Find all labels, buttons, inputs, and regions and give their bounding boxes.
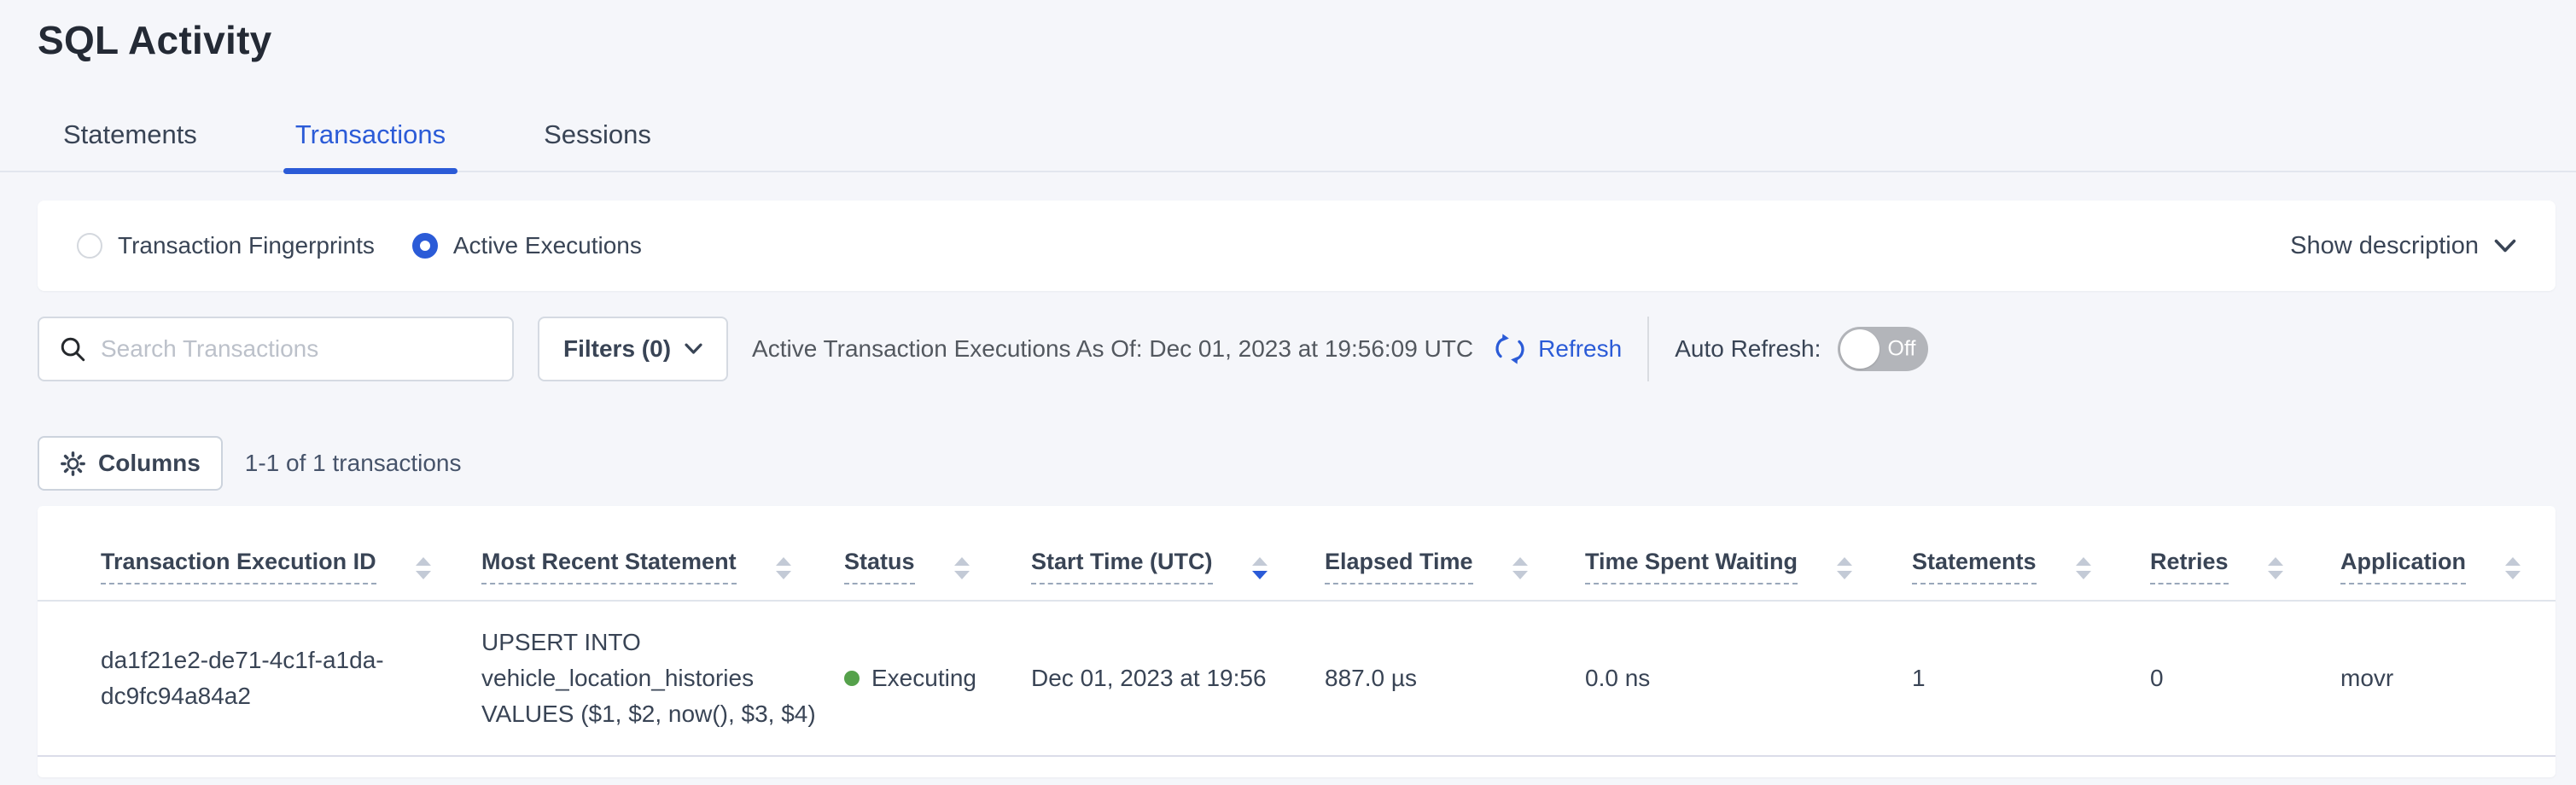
cell-statements: 1 [1912,660,2150,696]
show-description-label: Show description [2290,232,2479,260]
vertical-divider [1647,317,1649,381]
controls-row: Filters (0) Active Transaction Execution… [38,317,2556,381]
chevron-down-icon [685,343,702,355]
filters-button[interactable]: Filters (0) [538,317,728,381]
sort-icon [2268,557,2283,579]
status-executing-dot-icon [844,671,860,686]
search-box[interactable] [38,317,514,381]
tab-transactions[interactable]: Transactions [295,119,446,171]
search-icon [58,334,87,363]
radio-label: Transaction Fingerprints [118,232,375,259]
sort-icon [954,557,970,579]
radio-selected-icon[interactable] [412,233,438,259]
cell-application: movr [2340,660,2535,696]
refresh-label: Refresh [1538,335,1622,363]
sort-icon [2076,557,2091,579]
table-row[interactable]: da1f21e2-de71-4c1f-a1da-dc9fc94a84a2 UPS… [38,602,2556,757]
as-of-timestamp: Active Transaction Executions As Of: Dec… [752,335,1473,363]
radio-transaction-fingerprints[interactable]: Transaction Fingerprints [77,232,375,259]
sort-icon [1512,557,1528,579]
cell-transaction-execution-id: da1f21e2-de71-4c1f-a1da-dc9fc94a84a2 [101,643,481,714]
status-label: Executing [871,660,976,696]
cell-most-recent-statement: UPSERT INTO vehicle_location_histories V… [481,625,844,732]
tab-bar: Statements Transactions Sessions [0,114,2576,172]
column-header-transaction-execution-id[interactable]: Transaction Execution ID [101,549,481,600]
refresh-button[interactable]: Refresh [1492,331,1622,367]
filters-label: Filters (0) [563,335,671,363]
radio-label: Active Executions [453,232,642,259]
radio-active-executions[interactable]: Active Executions [412,232,642,259]
auto-refresh-label: Auto Refresh: [1675,335,1821,363]
refresh-icon [1492,331,1528,367]
toggle-knob [1840,329,1880,369]
sort-icon [776,557,791,579]
auto-refresh-toggle[interactable]: Off [1838,327,1928,371]
sort-icon [1837,557,1852,579]
sort-icon [2505,557,2521,579]
gear-icon [60,451,86,477]
sort-icon-active-desc [1252,557,1268,579]
tab-statements[interactable]: Statements [63,119,197,171]
table-header-row: Transaction Execution ID Most Recent Sta… [38,506,2556,602]
columns-button[interactable]: Columns [38,436,223,491]
columns-button-label: Columns [98,450,201,477]
cell-status: Executing [844,660,1031,696]
tab-sessions[interactable]: Sessions [544,119,651,171]
cell-retries: 0 [2150,660,2340,696]
results-count: 1-1 of 1 transactions [245,450,462,477]
column-header-start-time[interactable]: Start Time (UTC) [1031,549,1325,600]
table-toolbar: Columns 1-1 of 1 transactions [38,436,461,491]
sort-icon [416,557,431,579]
chevron-down-icon [2494,239,2516,253]
column-header-elapsed-time[interactable]: Elapsed Time [1325,549,1585,600]
column-header-status[interactable]: Status [844,549,1031,600]
page-title: SQL Activity [38,17,272,63]
radio-unselected-icon[interactable] [77,233,102,259]
column-header-retries[interactable]: Retries [2150,549,2340,600]
view-mode-card: Transaction Fingerprints Active Executio… [38,201,2556,291]
cell-start-time: Dec 01, 2023 at 19:56 [1031,660,1325,696]
column-header-most-recent-statement[interactable]: Most Recent Statement [481,549,844,600]
search-input[interactable] [101,335,493,363]
column-header-application[interactable]: Application [2340,549,2535,600]
transactions-table: Transaction Execution ID Most Recent Sta… [38,506,2556,777]
cell-time-spent-waiting: 0.0 ns [1585,660,1912,696]
cell-elapsed-time: 887.0 µs [1325,660,1585,696]
view-mode-radio-group: Transaction Fingerprints Active Executio… [77,232,642,259]
column-header-time-spent-waiting[interactable]: Time Spent Waiting [1585,549,1912,600]
show-description-button[interactable]: Show description [2290,232,2516,260]
column-header-statements[interactable]: Statements [1912,549,2150,600]
toggle-state-label: Off [1888,337,1916,362]
